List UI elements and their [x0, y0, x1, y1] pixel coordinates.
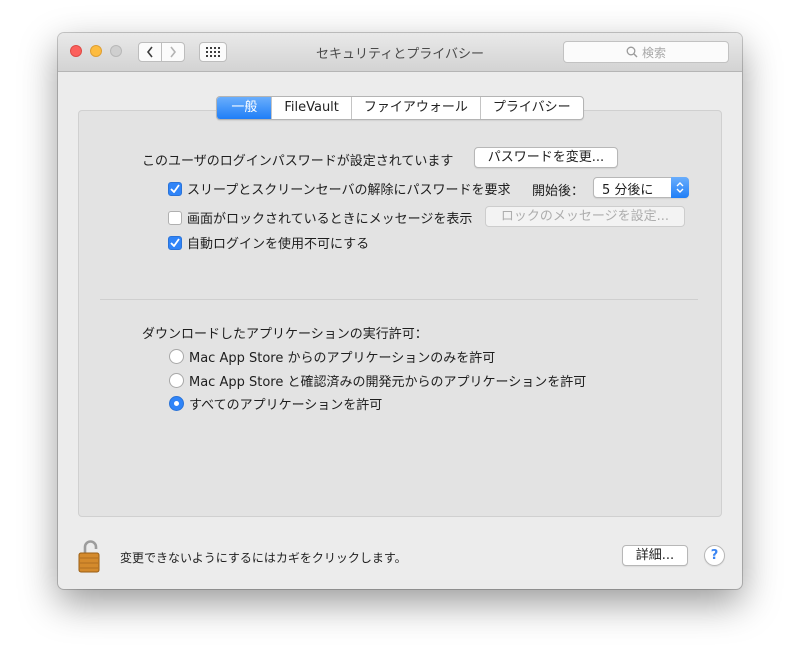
show-message-label: 画面がロックされているときにメッセージを表示: [187, 212, 473, 227]
lock-button[interactable]: [78, 538, 112, 574]
require-password-label: スリープとスクリーンセーバの解除にパスワードを要求: [187, 183, 511, 198]
segmented-tabs: 一般 FileVault ファイアウォール プライバシー: [216, 96, 584, 120]
tab-bar: 一般 FileVault ファイアウォール プライバシー: [58, 96, 742, 120]
radio-identified-label: Mac App Store と確認済みの開発元からのアプリケーションを許可: [189, 375, 587, 390]
disable-auto-login-label: 自動ログインを使用不可にする: [187, 237, 370, 252]
radio-app-store[interactable]: [169, 349, 184, 364]
help-button[interactable]: ?: [704, 545, 725, 566]
radio-row-identified: Mac App Store と確認済みの開発元からのアプリケーションを許可: [169, 371, 586, 390]
show-message-checkbox[interactable]: [168, 210, 182, 225]
section-divider: [100, 299, 698, 300]
checkmark-icon: [170, 184, 180, 193]
login-password-label: このユーザのログインパスワードが設定されています: [142, 154, 454, 169]
set-lock-message-button[interactable]: ロックのメッセージを設定...: [485, 206, 685, 227]
popup-arrows-icon: [671, 177, 689, 198]
title-bar: セキュリティとプライバシー 検索: [58, 33, 742, 72]
lock-instructions: 変更できないようにするにはカギをクリックします。: [120, 551, 407, 565]
require-password-checkbox[interactable]: [168, 181, 182, 196]
radio-dot: [174, 401, 179, 406]
radio-row-anywhere: すべてのアプリケーションを許可: [169, 394, 382, 413]
preferences-window: セキュリティとプライバシー 検索 一般 FileVault ファイアウォール プ…: [58, 33, 742, 589]
disable-auto-login-row: 自動ログインを使用不可にする: [168, 233, 369, 252]
search-placeholder: 検索: [641, 45, 666, 60]
tab-filevault[interactable]: FileVault: [271, 97, 351, 119]
radio-anywhere-label: すべてのアプリケーションを許可: [189, 398, 383, 413]
radio-row-app-store: Mac App Store からのアプリケーションのみを許可: [169, 347, 495, 366]
change-password-button[interactable]: パスワードを変更...: [474, 147, 618, 168]
tab-content-panel: [78, 110, 722, 517]
show-message-row: 画面がロックされているときにメッセージを表示: [168, 208, 472, 227]
checkmark-icon: [170, 238, 180, 247]
radio-identified-developers[interactable]: [169, 373, 184, 388]
start-after-value: 5 分後に: [602, 183, 654, 198]
tab-firewall[interactable]: ファイアウォール: [350, 97, 480, 119]
advanced-button[interactable]: 詳細...: [622, 545, 688, 566]
search-icon: [626, 46, 638, 58]
start-after-label: 開始後：: [532, 184, 585, 199]
unlocked-padlock-icon: [78, 540, 100, 573]
download-apps-label: ダウンロードしたアプリケーションの実行許可：: [142, 327, 428, 342]
radio-app-store-label: Mac App Store からのアプリケーションのみを許可: [189, 351, 496, 366]
disable-auto-login-checkbox[interactable]: [168, 235, 182, 250]
require-password-row: スリープとスクリーンセーバの解除にパスワードを要求: [168, 179, 510, 198]
tab-privacy[interactable]: プライバシー: [479, 97, 583, 119]
start-after-popup[interactable]: 5 分後に: [593, 177, 689, 198]
search-field[interactable]: 検索: [563, 41, 729, 63]
tab-general[interactable]: 一般: [217, 97, 272, 119]
radio-anywhere[interactable]: [169, 396, 184, 411]
